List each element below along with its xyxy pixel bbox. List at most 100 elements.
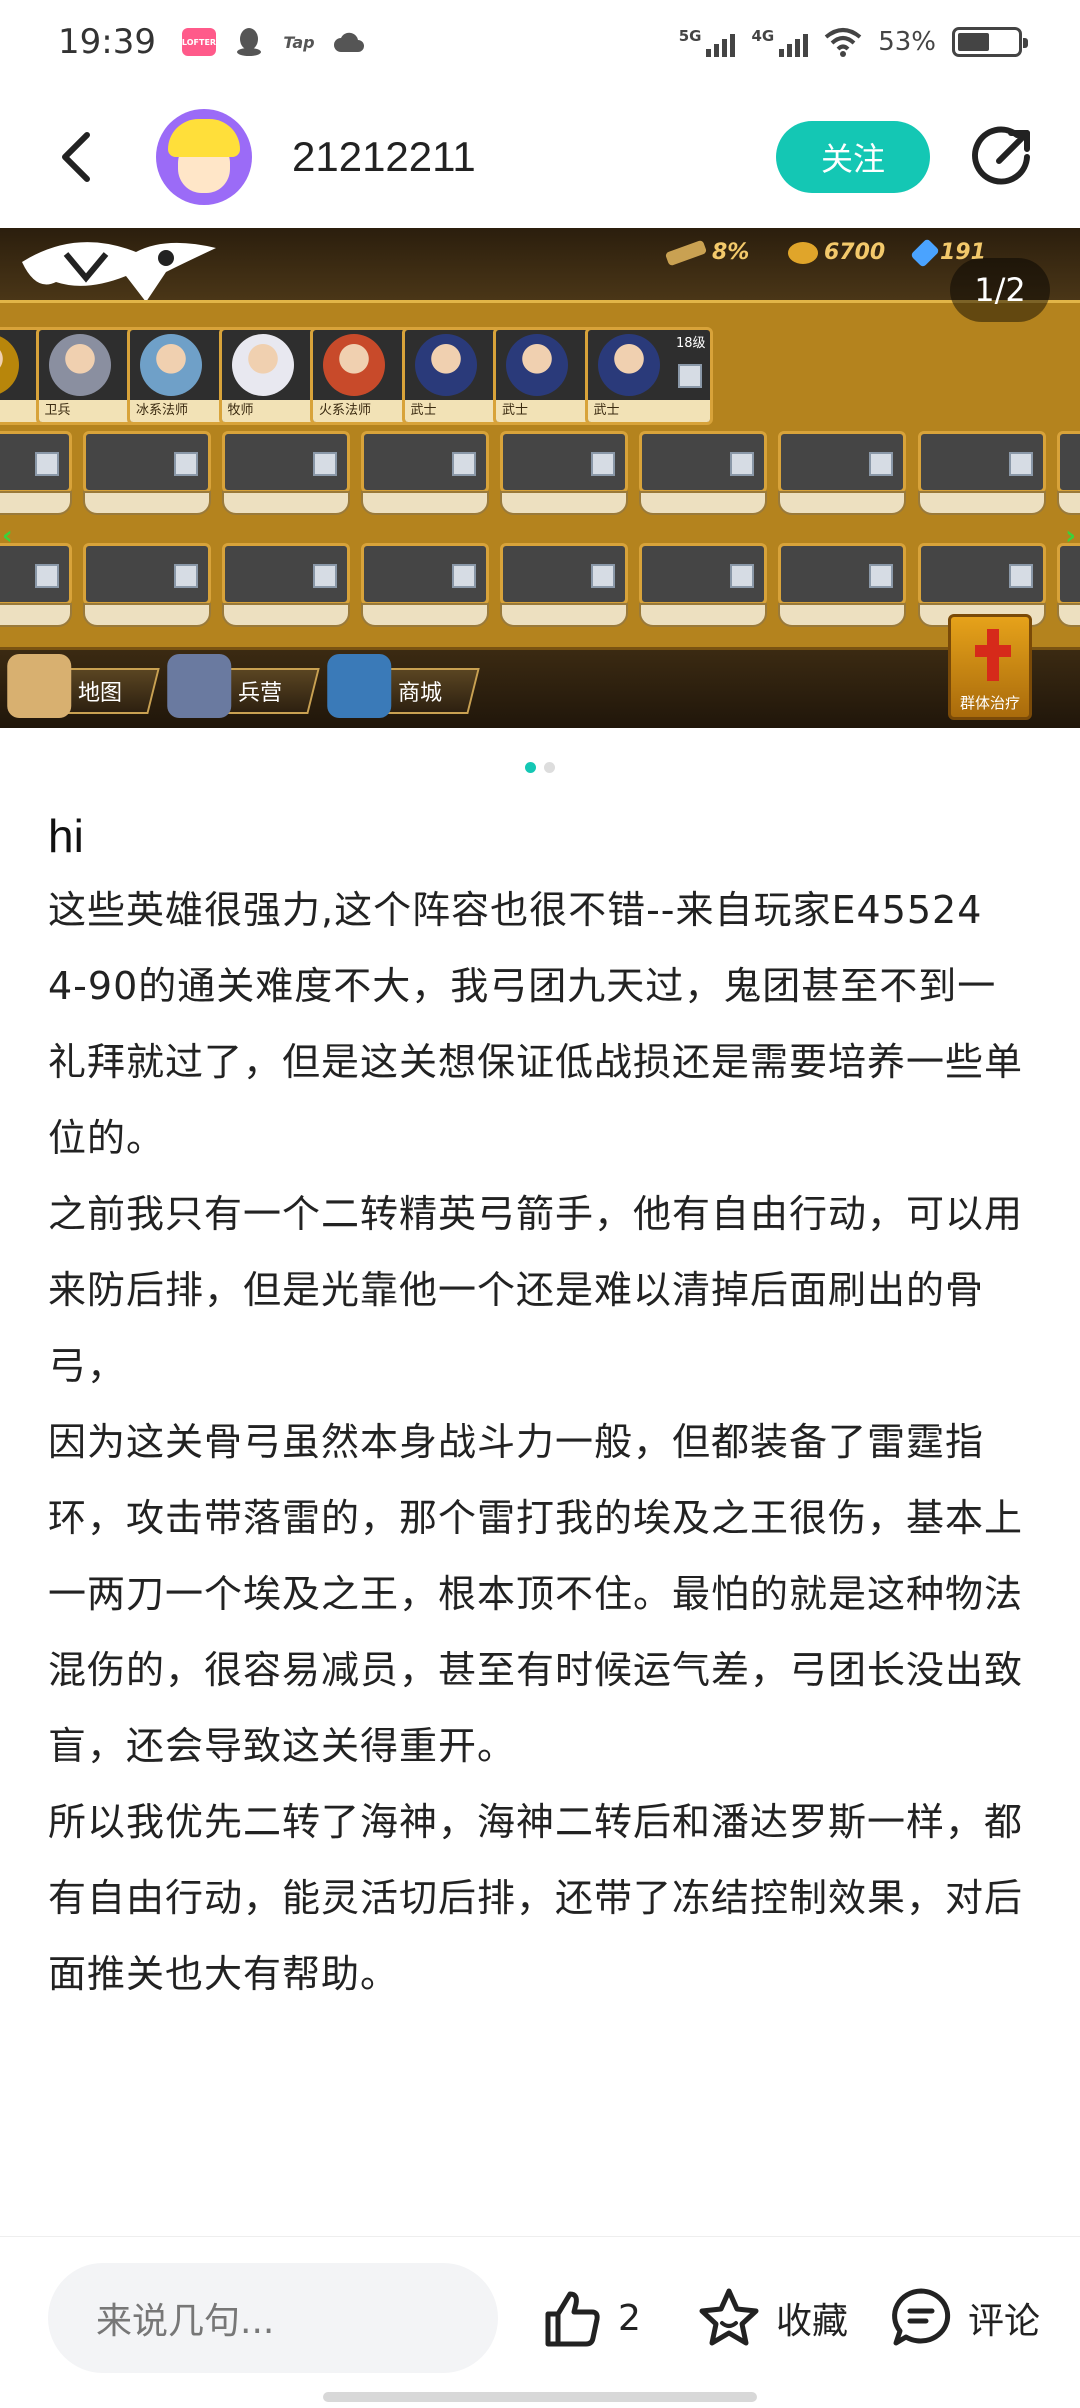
slot-base bbox=[0, 603, 72, 627]
equipment-slot-icon bbox=[591, 452, 616, 476]
back-button[interactable] bbox=[40, 120, 114, 194]
slot-base bbox=[83, 603, 212, 627]
empty-unit-slot[interactable] bbox=[639, 543, 768, 605]
avatar[interactable] bbox=[156, 109, 252, 205]
hero-portrait bbox=[414, 334, 477, 396]
empty-unit-slot[interactable] bbox=[639, 431, 768, 493]
hero-portrait bbox=[0, 334, 19, 396]
empty-unit-slot[interactable] bbox=[0, 431, 72, 493]
empty-unit-slot[interactable] bbox=[500, 543, 629, 605]
resource-scroll: 8% bbox=[664, 239, 749, 266]
slot-base bbox=[500, 491, 629, 515]
empty-unit-slot[interactable] bbox=[500, 431, 629, 493]
bottom-action-bar: 来说几句... 2 收藏 评论 bbox=[0, 2236, 1080, 2408]
slot-base bbox=[361, 603, 490, 627]
post-content: hi 这些英雄很强力,这个阵容也很不错--来自玩家E45524 4-90的通关难… bbox=[48, 800, 1032, 2012]
group-heal-button[interactable]: 群体治疗 bbox=[948, 614, 1032, 720]
cloud-icon bbox=[332, 28, 366, 56]
empty-unit-slot[interactable] bbox=[83, 431, 212, 493]
carousel-dot[interactable] bbox=[544, 762, 555, 773]
empty-unit-slot[interactable] bbox=[917, 543, 1046, 605]
gem-icon bbox=[910, 237, 940, 268]
equipment-slot-icon bbox=[869, 452, 894, 476]
empty-unit-slot[interactable] bbox=[361, 543, 490, 605]
empty-unit-slot[interactable] bbox=[222, 431, 351, 493]
hero-portrait bbox=[140, 334, 202, 396]
slot-base bbox=[361, 491, 490, 515]
comment-button[interactable]: 评论 bbox=[888, 2273, 1040, 2363]
equipment-slot-icon bbox=[677, 364, 702, 388]
empty-unit-slot[interactable] bbox=[1056, 431, 1080, 493]
equipment-slot-icon bbox=[35, 564, 59, 588]
hero-card[interactable]: 18级武士 bbox=[584, 327, 713, 425]
home-indicator[interactable] bbox=[323, 2392, 757, 2402]
equipment-slot-icon bbox=[1008, 452, 1033, 476]
equipment-slot-icon bbox=[869, 564, 894, 588]
equipment-slot-icon bbox=[730, 564, 755, 588]
battery-icon bbox=[952, 27, 1028, 57]
status-bar: 19:39 LOFTER Tap 5G 4G 53% bbox=[0, 0, 1080, 84]
hero-portrait bbox=[48, 334, 111, 396]
share-button[interactable] bbox=[966, 120, 1040, 194]
empty-unit-slot[interactable] bbox=[361, 431, 490, 493]
game-top-bar: 8% 6700 191 bbox=[0, 228, 1080, 302]
signal-4g-icon: 4G bbox=[751, 27, 809, 57]
hero-name: 武士 bbox=[587, 400, 710, 422]
wifi-icon bbox=[824, 28, 862, 57]
comment-input[interactable]: 来说几句... bbox=[48, 2263, 498, 2373]
empty-unit-slot[interactable] bbox=[1056, 543, 1080, 605]
comment-label: 评论 bbox=[968, 2301, 1041, 2342]
chest-icon bbox=[327, 654, 392, 718]
carousel-dot-active[interactable] bbox=[525, 762, 536, 773]
thumbs-up-icon bbox=[545, 2291, 600, 2347]
slot-base bbox=[778, 603, 907, 627]
favorite-button[interactable]: 收藏 bbox=[696, 2273, 848, 2363]
battery-percent: 53% bbox=[878, 27, 936, 57]
coin-icon bbox=[788, 241, 818, 264]
post-paragraph: 4-90的通关难度不大，我弓团九天过，鬼团甚至不到一礼拜就过了，但是这关想保证低… bbox=[48, 964, 1024, 1160]
game-bottom-bar: 地图 兵营 商城 群体治疗 bbox=[0, 614, 1080, 728]
lofter-icon: LOFTER bbox=[182, 28, 216, 56]
star-icon bbox=[699, 2288, 759, 2346]
image-carousel[interactable]: 8% 6700 191 ‹ › 15级弓箭手12级卫兵13级冰系法师18级牧师1… bbox=[0, 228, 1080, 728]
post-paragraph: 因为这关骨弓虽然本身战斗力一般，但都装备了雷霆指环，攻击带落雷的，那个雷打我的埃… bbox=[48, 1420, 1024, 1768]
equipment-slot-icon bbox=[35, 452, 59, 476]
status-time: 19:39 bbox=[58, 22, 156, 62]
taptap-icon: Tap bbox=[283, 32, 315, 52]
game-shop-button[interactable]: 商城 bbox=[327, 654, 480, 718]
slot-base bbox=[222, 491, 351, 515]
hero-portrait bbox=[231, 334, 294, 396]
follow-button[interactable]: 关注 bbox=[776, 121, 930, 193]
post-paragraph: 所以我优先二转了海神，海神二转后和潘达罗斯一样，都有自由行动，能灵活切后排，还带… bbox=[48, 1800, 1024, 1996]
hero-portrait bbox=[597, 334, 660, 396]
hero-level: 18级 bbox=[675, 336, 706, 351]
username[interactable]: 21212211 bbox=[292, 133, 476, 181]
status-app-icons: LOFTER Tap bbox=[182, 28, 366, 56]
hero-portrait bbox=[506, 334, 568, 396]
carousel-dots bbox=[0, 762, 1080, 773]
game-barracks-button[interactable]: 兵营 bbox=[167, 654, 320, 718]
chevron-left-icon bbox=[62, 132, 90, 182]
qq-icon bbox=[232, 28, 266, 56]
empty-unit-slot[interactable] bbox=[778, 543, 907, 605]
map-icon bbox=[7, 654, 72, 718]
empty-unit-slot[interactable] bbox=[222, 543, 351, 605]
empty-unit-slot[interactable] bbox=[0, 543, 72, 605]
equipment-slot-icon bbox=[452, 564, 477, 588]
slot-base bbox=[83, 491, 212, 515]
empty-unit-slot[interactable] bbox=[778, 431, 907, 493]
empty-unit-slot[interactable] bbox=[83, 543, 212, 605]
empty-unit-slot[interactable] bbox=[917, 431, 1046, 493]
post-title: hi bbox=[48, 810, 84, 862]
slot-base bbox=[1056, 603, 1080, 627]
like-button[interactable]: 2 bbox=[540, 2273, 641, 2363]
hero-portrait bbox=[323, 334, 385, 396]
post-body: 这些英雄很强力,这个阵容也很不错--来自玩家E45524 4-90的通关难度不大… bbox=[48, 872, 1032, 2012]
game-map-button[interactable]: 地图 bbox=[7, 654, 160, 718]
barracks-icon bbox=[167, 654, 232, 718]
equipment-slot-icon bbox=[174, 564, 199, 588]
post-paragraph: 之前我只有一个二转精英弓箭手，他有自由行动，可以用来防后排，但是光靠他一个还是难… bbox=[48, 1192, 1024, 1388]
equipment-slot-icon bbox=[1008, 564, 1033, 588]
post-paragraph: 这些英雄很强力,这个阵容也很不错--来自玩家E45524 bbox=[48, 888, 983, 932]
like-count: 2 bbox=[618, 2297, 641, 2339]
